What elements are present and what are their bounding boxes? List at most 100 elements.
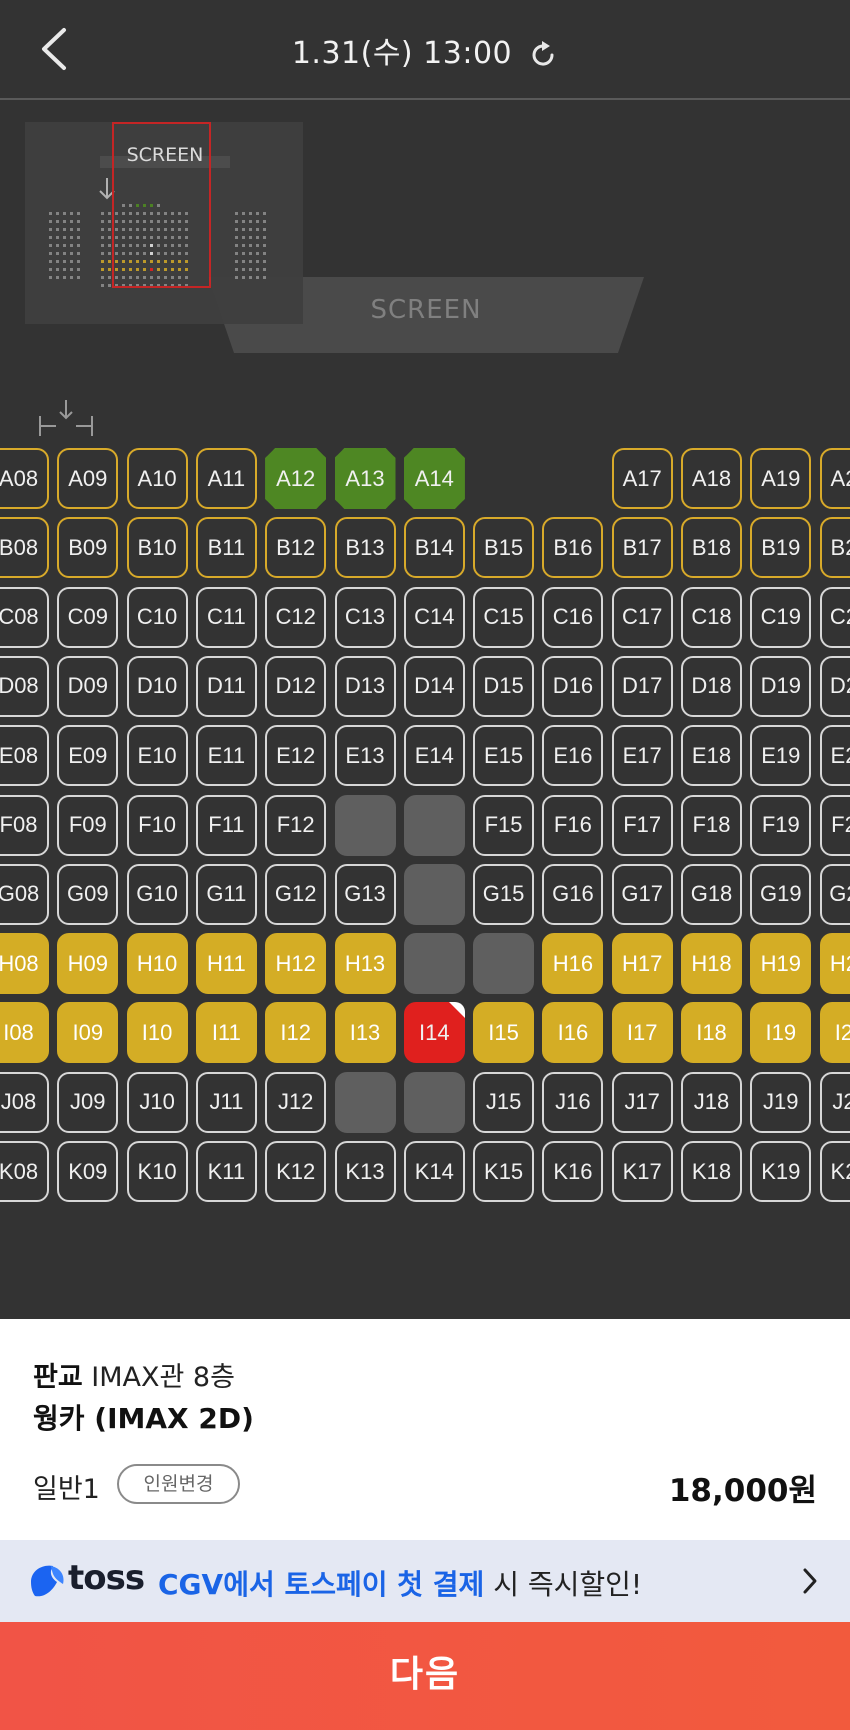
seat-b08[interactable]: B08 — [0, 517, 49, 579]
seat-c15[interactable]: C15 — [473, 586, 535, 648]
seat-h09[interactable]: H09 — [57, 933, 119, 995]
seat-g08[interactable]: G08 — [0, 863, 49, 925]
seat-c19[interactable]: C19 — [750, 586, 812, 648]
seat-d13[interactable]: D13 — [334, 655, 396, 717]
seat-j09[interactable]: J09 — [57, 1071, 119, 1133]
seat-j20[interactable]: J20 — [819, 1071, 850, 1133]
seat-b16[interactable]: B16 — [542, 517, 604, 579]
seat-d14[interactable]: D14 — [403, 655, 465, 717]
seat-h20[interactable]: H20 — [819, 933, 850, 995]
seat-c10[interactable]: C10 — [126, 586, 188, 648]
seat-k13[interactable]: K13 — [334, 1141, 396, 1202]
seat-k09[interactable]: K09 — [57, 1141, 119, 1202]
next-button[interactable]: 다음 — [0, 1622, 850, 1730]
seat-d12[interactable]: D12 — [265, 655, 327, 717]
seat-b18[interactable]: B18 — [681, 517, 742, 579]
seat-e17[interactable]: E17 — [611, 725, 673, 787]
seat-i18[interactable]: I18 — [681, 1002, 742, 1064]
seat-g16[interactable]: G16 — [542, 863, 604, 925]
seat-d20[interactable]: D20 — [819, 655, 850, 717]
seat-g11[interactable]: G11 — [195, 863, 257, 925]
seat-i20[interactable]: I20 — [819, 1002, 850, 1064]
seat-f09[interactable]: F09 — [57, 794, 119, 856]
seat-c20[interactable]: C20 — [819, 586, 850, 648]
seat-d10[interactable]: D10 — [126, 655, 188, 717]
seat-g18[interactable]: G18 — [681, 863, 742, 925]
seat-j12[interactable]: J12 — [265, 1071, 327, 1133]
seat-j08[interactable]: J08 — [0, 1071, 49, 1133]
seat-j15[interactable]: J15 — [473, 1071, 535, 1133]
seat-d19[interactable]: D19 — [750, 655, 812, 717]
seat-k14[interactable]: K14 — [403, 1141, 465, 1202]
seat-k12[interactable]: K12 — [265, 1141, 327, 1202]
seat-i09[interactable]: I09 — [57, 1002, 119, 1064]
seat-e19[interactable]: E19 — [750, 725, 812, 787]
seat-j11[interactable]: J11 — [195, 1071, 257, 1133]
seat-c18[interactable]: C18 — [681, 586, 742, 648]
seat-d18[interactable]: D18 — [681, 655, 742, 717]
seat-c16[interactable]: C16 — [542, 586, 604, 648]
seat-c12[interactable]: C12 — [265, 586, 327, 648]
seat-h11[interactable]: H11 — [195, 933, 257, 995]
seat-k19[interactable]: K19 — [750, 1141, 812, 1202]
seat-i08[interactable]: I08 — [0, 1002, 49, 1064]
seat-e14[interactable]: E14 — [403, 725, 465, 787]
seat-k11[interactable]: K11 — [195, 1141, 257, 1202]
seat-e20[interactable]: E20 — [819, 725, 850, 787]
seat-k15[interactable]: K15 — [473, 1141, 535, 1202]
seat-i19[interactable]: I19 — [750, 1002, 812, 1064]
seat-d11[interactable]: D11 — [195, 655, 257, 717]
seat-d08[interactable]: D08 — [0, 655, 49, 717]
seat-k17[interactable]: K17 — [611, 1141, 673, 1202]
showtime-title[interactable]: 1.31(수) 13:00 — [0, 28, 850, 72]
seat-e09[interactable]: E09 — [57, 725, 119, 787]
seat-k18[interactable]: K18 — [681, 1141, 742, 1202]
seat-g19[interactable]: G19 — [750, 863, 812, 925]
seat-h19[interactable]: H19 — [750, 933, 812, 995]
seat-d15[interactable]: D15 — [473, 655, 535, 717]
seat-d16[interactable]: D16 — [542, 655, 604, 717]
seat-g15[interactable]: G15 — [473, 863, 535, 925]
seat-f08[interactable]: F08 — [0, 794, 49, 856]
seat-a20[interactable]: A20 — [819, 448, 850, 509]
seat-i12[interactable]: I12 — [265, 1002, 327, 1064]
seat-e16[interactable]: E16 — [542, 725, 604, 787]
seat-c09[interactable]: C09 — [57, 586, 119, 648]
seat-e15[interactable]: E15 — [473, 725, 535, 787]
seat-b17[interactable]: B17 — [611, 517, 673, 579]
seat-a18[interactable]: A18 — [681, 448, 742, 509]
seat-b14[interactable]: B14 — [403, 517, 465, 579]
seat-e18[interactable]: E18 — [681, 725, 742, 787]
seat-c11[interactable]: C11 — [195, 586, 257, 648]
change-people-button[interactable]: 인원변경 — [117, 1464, 240, 1504]
seat-c14[interactable]: C14 — [403, 586, 465, 648]
seat-g12[interactable]: G12 — [265, 863, 327, 925]
seat-g09[interactable]: G09 — [57, 863, 119, 925]
seat-a12[interactable]: A12 — [265, 448, 327, 509]
seat-i17[interactable]: I17 — [611, 1002, 673, 1064]
seat-i15[interactable]: I15 — [473, 1002, 535, 1064]
seat-d09[interactable]: D09 — [57, 655, 119, 717]
seat-b20[interactable]: B20 — [819, 517, 850, 579]
seat-i14[interactable]: I14 — [403, 1002, 465, 1064]
seat-a09[interactable]: A09 — [57, 448, 119, 509]
seat-minimap[interactable]: SCREEN — [25, 122, 303, 324]
seat-h18[interactable]: H18 — [681, 933, 742, 995]
seat-c17[interactable]: C17 — [611, 586, 673, 648]
seat-e12[interactable]: E12 — [265, 725, 327, 787]
seat-a19[interactable]: A19 — [750, 448, 812, 509]
toss-promo-banner[interactable]: toss CGV에서 토스페이 첫 결제 시 즉시할인! — [0, 1540, 850, 1622]
seat-g10[interactable]: G10 — [126, 863, 188, 925]
seat-b09[interactable]: B09 — [57, 517, 119, 579]
seat-e13[interactable]: E13 — [334, 725, 396, 787]
seat-f16[interactable]: F16 — [542, 794, 604, 856]
seat-j19[interactable]: J19 — [750, 1071, 812, 1133]
seat-f10[interactable]: F10 — [126, 794, 188, 856]
seat-f17[interactable]: F17 — [611, 794, 673, 856]
seat-j10[interactable]: J10 — [126, 1071, 188, 1133]
seat-i13[interactable]: I13 — [334, 1002, 396, 1064]
seat-h16[interactable]: H16 — [542, 933, 604, 995]
seat-a08[interactable]: A08 — [0, 448, 49, 509]
seat-b10[interactable]: B10 — [126, 517, 188, 579]
seat-b15[interactable]: B15 — [473, 517, 535, 579]
